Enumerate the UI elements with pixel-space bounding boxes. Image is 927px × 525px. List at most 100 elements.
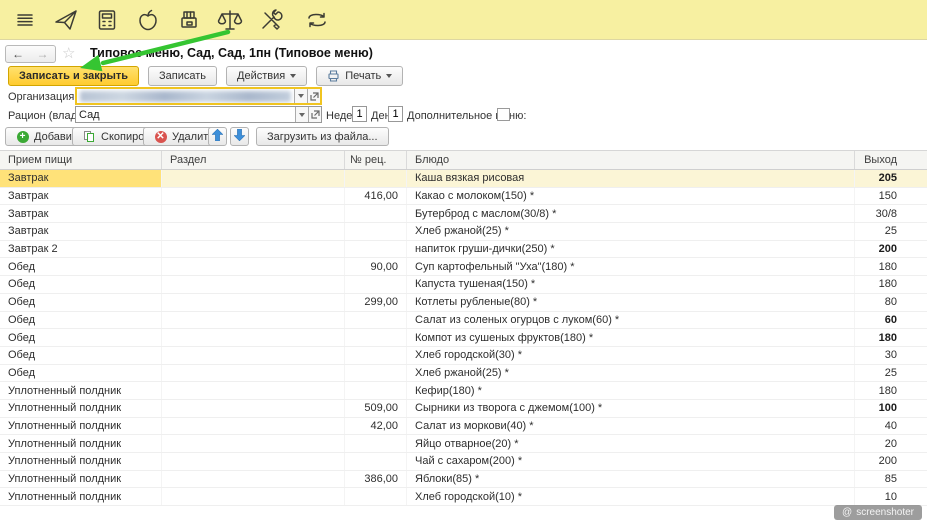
tools-icon[interactable] — [258, 7, 284, 33]
cell-dish[interactable]: напиток груши-дички(250) * — [407, 241, 855, 258]
apple-icon[interactable] — [135, 7, 161, 33]
cell-dish[interactable]: Хлеб городской(10) * — [407, 488, 855, 505]
cell-dish[interactable]: Капуста тушеная(150) * — [407, 276, 855, 293]
cell-dish[interactable]: Кефир(180) * — [407, 382, 855, 399]
cell-out[interactable]: 40 — [855, 418, 927, 435]
cell-meal[interactable]: Уплотненный полдник — [0, 435, 162, 452]
ration-field[interactable]: Сад — [75, 106, 322, 123]
cell-section[interactable] — [162, 471, 345, 488]
calculator-icon[interactable] — [94, 7, 120, 33]
cell-dish[interactable]: Яблоки(85) * — [407, 471, 855, 488]
cell-out[interactable]: 10 — [855, 488, 927, 505]
cell-meal[interactable]: Завтрак — [0, 170, 162, 187]
col-header-meal[interactable]: Прием пищи — [0, 151, 162, 169]
cash-register-icon[interactable] — [176, 7, 202, 33]
table-row[interactable]: Уплотненный полдник 386,00 Яблоки(85) * … — [0, 471, 927, 489]
cell-section[interactable] — [162, 453, 345, 470]
cell-dish[interactable]: Салат из соленых огурцов с луком(60) * — [407, 312, 855, 329]
table-row[interactable]: Уплотненный полдник 42,00 Салат из морко… — [0, 418, 927, 436]
day-input[interactable] — [388, 106, 403, 122]
cell-section[interactable] — [162, 241, 345, 258]
cell-section[interactable] — [162, 223, 345, 240]
back-button[interactable]: ← — [5, 45, 31, 63]
organization-dropdown-button[interactable] — [294, 89, 307, 103]
cell-meal[interactable]: Завтрак 2 — [0, 241, 162, 258]
cell-meal[interactable]: Обед — [0, 365, 162, 382]
cell-dish[interactable]: Сырники из творога с джемом(100) * — [407, 400, 855, 417]
cell-meal[interactable]: Обед — [0, 312, 162, 329]
cell-meal[interactable]: Завтрак — [0, 205, 162, 222]
table-row[interactable]: Завтрак Каша вязкая рисовая 205 — [0, 170, 927, 188]
cell-dish[interactable]: Хлеб городской(30) * — [407, 347, 855, 364]
cell-rec[interactable] — [345, 453, 407, 470]
cell-rec[interactable] — [345, 205, 407, 222]
cell-meal[interactable]: Уплотненный полдник — [0, 471, 162, 488]
table-row[interactable]: Уплотненный полдник Хлеб городской(10) *… — [0, 488, 927, 506]
table-row[interactable]: Обед Хлеб ржаной(25) * 25 — [0, 365, 927, 383]
table-row[interactable]: Завтрак 2 напиток груши-дички(250) * 200 — [0, 241, 927, 259]
cell-section[interactable] — [162, 365, 345, 382]
cell-out[interactable]: 25 — [855, 365, 927, 382]
table-row[interactable]: Уплотненный полдник Кефир(180) * 180 — [0, 382, 927, 400]
extra-menu-checkbox[interactable] — [497, 108, 510, 121]
col-header-dish[interactable]: Блюдо — [407, 151, 855, 169]
cell-rec[interactable]: 509,00 — [345, 400, 407, 417]
cell-dish[interactable]: Бутерброд с маслом(30/8) * — [407, 205, 855, 222]
organization-open-button[interactable] — [307, 89, 320, 103]
forward-button[interactable]: → — [30, 45, 56, 63]
scales-icon[interactable] — [217, 7, 243, 33]
cell-section[interactable] — [162, 488, 345, 505]
cell-rec[interactable] — [345, 276, 407, 293]
move-down-button[interactable] — [230, 127, 249, 146]
table-row[interactable]: Обед Компот из сушеных фруктов(180) * 18… — [0, 329, 927, 347]
cell-rec[interactable]: 416,00 — [345, 188, 407, 205]
actions-menu-button[interactable]: Действия — [226, 66, 307, 86]
cell-rec[interactable]: 299,00 — [345, 294, 407, 311]
table-row[interactable]: Уплотненный полдник 509,00 Сырники из тв… — [0, 400, 927, 418]
cell-meal[interactable]: Уплотненный полдник — [0, 400, 162, 417]
table-row[interactable]: Обед Капуста тушеная(150) * 180 — [0, 276, 927, 294]
cell-dish[interactable]: Яйцо отварное(20) * — [407, 435, 855, 452]
cell-section[interactable] — [162, 294, 345, 311]
ration-value[interactable]: Сад — [76, 107, 295, 122]
cell-section[interactable] — [162, 312, 345, 329]
ration-open-button[interactable] — [308, 107, 321, 122]
cell-rec[interactable] — [345, 170, 407, 187]
cell-out[interactable]: 25 — [855, 223, 927, 240]
cell-rec[interactable]: 386,00 — [345, 471, 407, 488]
cell-dish[interactable]: Какао с молоком(150) * — [407, 188, 855, 205]
table-row[interactable]: Уплотненный полдник Яйцо отварное(20) * … — [0, 435, 927, 453]
favorite-star-icon[interactable]: ☆ — [62, 45, 75, 62]
table-row[interactable]: Обед 299,00 Котлеты рубленые(80) * 80 — [0, 294, 927, 312]
cell-out[interactable]: 85 — [855, 471, 927, 488]
cell-meal[interactable]: Обед — [0, 258, 162, 275]
cell-section[interactable] — [162, 418, 345, 435]
table-row[interactable]: Завтрак Бутерброд с маслом(30/8) * 30/8 — [0, 205, 927, 223]
cell-meal[interactable]: Уплотненный полдник — [0, 453, 162, 470]
cell-section[interactable] — [162, 435, 345, 452]
cell-out[interactable]: 20 — [855, 435, 927, 452]
cell-section[interactable] — [162, 329, 345, 346]
cell-dish[interactable]: Салат из моркови(40) * — [407, 418, 855, 435]
save-button[interactable]: Записать — [148, 66, 217, 86]
cell-out[interactable]: 180 — [855, 382, 927, 399]
cell-out[interactable]: 30 — [855, 347, 927, 364]
cell-rec[interactable]: 90,00 — [345, 258, 407, 275]
ration-dropdown-button[interactable] — [295, 107, 308, 122]
cell-meal[interactable]: Обед — [0, 347, 162, 364]
cell-meal[interactable]: Уплотненный полдник — [0, 488, 162, 505]
col-header-output[interactable]: Выход — [855, 151, 927, 169]
cell-meal[interactable]: Уплотненный полдник — [0, 418, 162, 435]
col-header-section[interactable]: Раздел — [162, 151, 345, 169]
cell-rec[interactable] — [345, 329, 407, 346]
cell-out[interactable]: 100 — [855, 400, 927, 417]
cell-dish[interactable]: Чай с сахаром(200) * — [407, 453, 855, 470]
cell-meal[interactable]: Обед — [0, 276, 162, 293]
table-row[interactable]: Обед Хлеб городской(30) * 30 — [0, 347, 927, 365]
cell-section[interactable] — [162, 205, 345, 222]
cell-out[interactable]: 30/8 — [855, 205, 927, 222]
cell-rec[interactable] — [345, 347, 407, 364]
organization-value-redacted[interactable] — [77, 89, 294, 103]
cell-rec[interactable] — [345, 435, 407, 452]
cell-meal[interactable]: Обед — [0, 329, 162, 346]
